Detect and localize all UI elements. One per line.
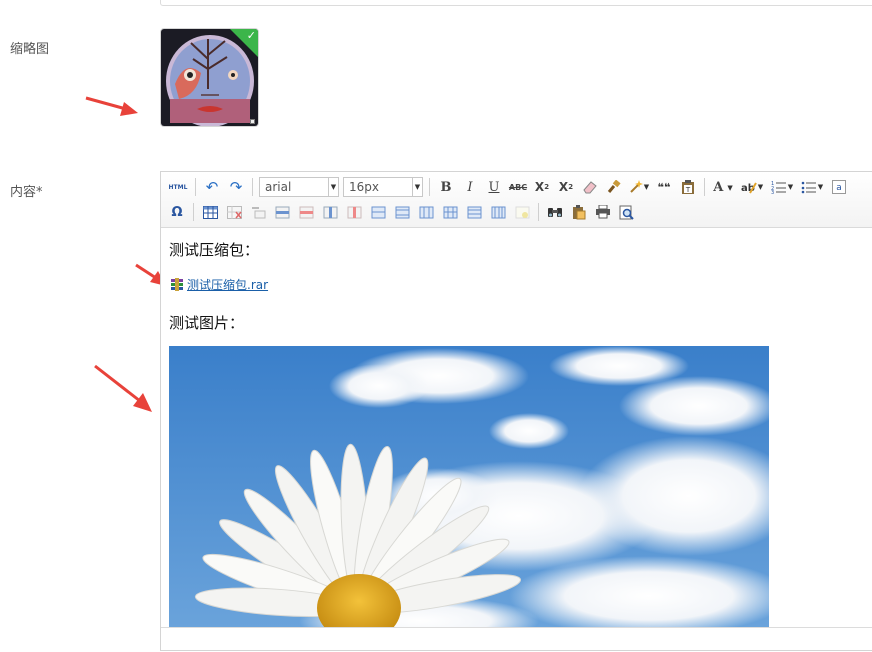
- thumbnail-label: 缩略图: [10, 42, 50, 57]
- italic-button[interactable]: I: [459, 177, 481, 197]
- separator: [704, 178, 705, 196]
- auto-typeset-icon[interactable]: [568, 202, 590, 222]
- paste-text-icon[interactable]: T: [677, 177, 699, 197]
- editor-toolbar: HTML ↶ ↷ arial ▼ 16px ▼ B I U ABC X2 X2: [161, 172, 872, 228]
- delete-row-icon[interactable]: [295, 202, 317, 222]
- editor-bottom-divider: [161, 627, 872, 628]
- chevron-down-icon: ▼: [757, 183, 764, 191]
- insert-table-icon[interactable]: [199, 202, 221, 222]
- insert-row-icon[interactable]: [271, 202, 293, 222]
- archive-heading: 测试压缩包：: [169, 241, 260, 259]
- format-brush-icon[interactable]: [603, 177, 625, 197]
- subscript-mark: 2: [568, 183, 574, 191]
- image-heading: 测试图片：: [169, 314, 245, 332]
- strikethrough-button[interactable]: ABC: [507, 177, 529, 197]
- blockquote-button[interactable]: ❝❝: [653, 177, 675, 197]
- underline-button[interactable]: U: [483, 177, 505, 197]
- bold-label: B: [440, 179, 452, 195]
- separator: [429, 178, 430, 196]
- preview-icon[interactable]: [616, 202, 638, 222]
- italic-label: I: [467, 179, 473, 195]
- previous-input-field[interactable]: [160, 0, 872, 6]
- eraser-icon[interactable]: [579, 177, 601, 197]
- split-rows-icon[interactable]: [463, 202, 485, 222]
- underline-label: U: [488, 179, 500, 195]
- separator: [195, 178, 196, 196]
- html-source-label: HTML: [168, 183, 188, 191]
- separator: [252, 178, 253, 196]
- font-family-value: arial: [265, 180, 292, 194]
- svg-text:3: 3: [771, 190, 774, 194]
- split-columns-icon[interactable]: [487, 202, 509, 222]
- superscript-base: X: [534, 180, 545, 194]
- chevron-down-icon: ▼: [727, 182, 733, 192]
- font-size-value: 16px: [349, 180, 379, 194]
- delete-column-icon[interactable]: [343, 202, 365, 222]
- font-color-button[interactable]: A ▼: [710, 177, 736, 197]
- font-color-label: A: [713, 179, 724, 195]
- insert-paragraph-before-table-icon[interactable]: [247, 202, 269, 222]
- rar-file-icon: [171, 277, 183, 291]
- subscript-button[interactable]: X2: [555, 177, 577, 197]
- merge-right-icon[interactable]: [391, 202, 413, 222]
- red-arrow-icon: [94, 364, 152, 412]
- bold-button[interactable]: B: [435, 177, 457, 197]
- chevron-down-icon: ▼: [328, 178, 338, 196]
- daisy-sky-image[interactable]: [169, 346, 769, 628]
- anchor-icon[interactable]: a: [828, 177, 850, 197]
- attachment-link[interactable]: 测试压缩包.rar: [187, 276, 268, 293]
- merge-cells-icon[interactable]: [367, 202, 389, 222]
- check-icon: ✓: [246, 29, 256, 42]
- resize-corner-icon[interactable]: [250, 119, 255, 124]
- subscript-base: X: [558, 180, 569, 194]
- chevron-down-icon: ▼: [787, 183, 794, 191]
- rich-text-editor[interactable]: HTML ↶ ↷ arial ▼ 16px ▼ B I U ABC X2 X2: [160, 171, 872, 651]
- unordered-list-icon[interactable]: ▼: [798, 177, 826, 197]
- superscript-button[interactable]: X2: [531, 177, 553, 197]
- superscript-mark: 2: [544, 183, 550, 191]
- merge-down-icon[interactable]: [415, 202, 437, 222]
- special-char-label: Ω: [171, 204, 183, 220]
- thumbnail-image[interactable]: ✓: [160, 28, 259, 127]
- table-properties-icon[interactable]: [511, 202, 533, 222]
- highlight-color-icon[interactable]: ab ▼: [738, 177, 766, 197]
- blockquote-label: ❝❝: [657, 180, 671, 194]
- split-cells-icon[interactable]: [439, 202, 461, 222]
- special-char-button[interactable]: Ω: [166, 202, 188, 222]
- toolbar-row-1: HTML ↶ ↷ arial ▼ 16px ▼ B I U ABC X2 X2: [165, 175, 851, 199]
- red-arrow-icon: [85, 96, 138, 116]
- ordered-list-icon[interactable]: 123 ▼: [768, 177, 796, 197]
- html-source-button[interactable]: HTML: [166, 177, 190, 197]
- toolbar-row-2: Ω: [165, 200, 639, 224]
- print-icon[interactable]: [592, 202, 614, 222]
- separator: [193, 203, 194, 221]
- svg-text:T: T: [685, 186, 691, 194]
- redo-button[interactable]: ↷: [225, 177, 247, 197]
- delete-table-icon[interactable]: [223, 202, 245, 222]
- font-family-select[interactable]: arial ▼: [259, 177, 339, 197]
- attachment-item[interactable]: 测试压缩包.rar: [170, 276, 268, 293]
- search-replace-icon[interactable]: [544, 202, 566, 222]
- undo-button[interactable]: ↶: [201, 177, 223, 197]
- svg-text:a: a: [836, 183, 842, 193]
- chevron-down-icon: ▼: [817, 183, 824, 191]
- content-label: 内容*: [10, 185, 43, 200]
- font-size-select[interactable]: 16px ▼: [343, 177, 423, 197]
- chevron-down-icon: ▼: [643, 183, 650, 191]
- insert-column-icon[interactable]: [319, 202, 341, 222]
- chevron-down-icon: ▼: [412, 178, 422, 196]
- separator: [538, 203, 539, 221]
- strikethrough-label: ABC: [508, 182, 528, 192]
- magic-wand-icon[interactable]: ▼: [627, 177, 651, 197]
